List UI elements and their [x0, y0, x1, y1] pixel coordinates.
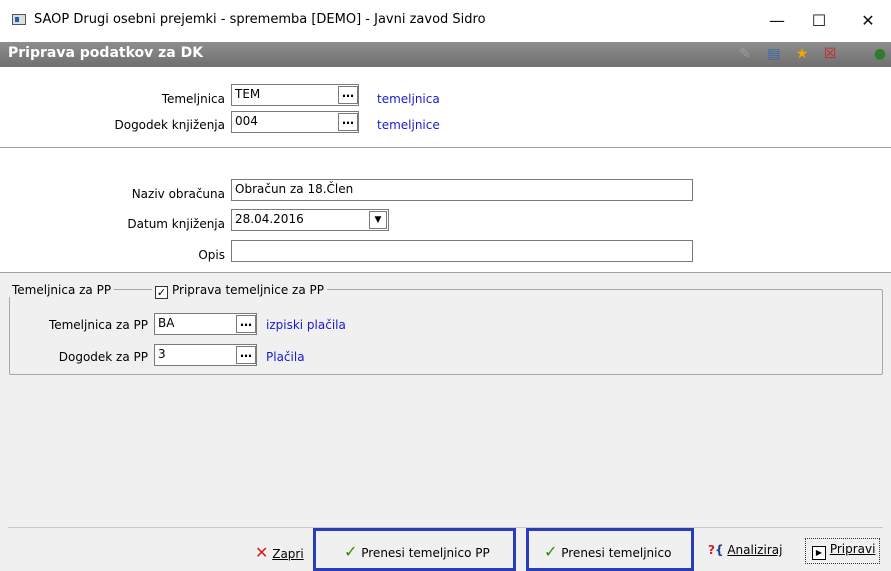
edit-icon[interactable]: ✎ — [737, 46, 753, 62]
zapri-label: Zapri — [272, 547, 304, 561]
close-x-icon: ✕ — [255, 543, 269, 562]
temeljnica-label: Temeljnica — [161, 92, 225, 106]
star-icon[interactable]: ★ — [794, 46, 810, 62]
close-button[interactable]: ✕ — [848, 8, 888, 34]
dogodek-label: Dogodek knjiženja — [114, 118, 225, 132]
window-title: SAOP Drugi osebni prejemki - sprememba [… — [34, 12, 486, 27]
minimize-button[interactable]: — — [757, 8, 797, 34]
form-header: Priprava podatkov za DK — [0, 42, 891, 67]
prenesi-pp-label: Prenesi temeljnico PP — [361, 546, 490, 560]
pripravi-button[interactable]: ▶ Pripravi — [805, 538, 881, 564]
datum-input[interactable]: 28.04.2016 — [231, 209, 389, 231]
pp-dogodek-lookup-button[interactable]: … — [236, 346, 256, 364]
divider — [0, 272, 891, 273]
app-icon — [12, 14, 26, 25]
dogodek-lookup-button[interactable]: … — [338, 113, 358, 131]
datum-label: Datum knjiženja — [127, 217, 225, 231]
empty-area — [8, 380, 883, 528]
check-icon: ✓ — [544, 542, 558, 561]
dogodek-description: temeljnice — [377, 118, 440, 132]
delete-icon[interactable]: ☒ — [822, 46, 838, 62]
pp-temeljnica-label: Temeljnica za PP — [48, 318, 148, 332]
pp-checkbox[interactable]: ✓ — [155, 286, 168, 299]
pp-temeljnica-description: izpiski plačila — [266, 318, 346, 332]
globe-icon[interactable]: ● — [872, 46, 888, 62]
temeljnica-lookup-button[interactable]: … — [338, 86, 358, 104]
pp-dogodek-description: Plačila — [266, 350, 305, 364]
maximize-button[interactable]: ☐ — [799, 8, 839, 34]
opis-label: Opis — [198, 248, 225, 262]
form-title: Priprava podatkov za DK — [8, 45, 204, 61]
pp-group-legend: Temeljnica za PP — [9, 283, 115, 297]
analiziraj-label: Analiziraj — [727, 543, 783, 557]
prenesi-label: Prenesi temeljnico — [561, 546, 672, 560]
pp-checkbox-label: Priprava temeljnice za PP — [172, 283, 324, 297]
pp-dogodek-label: Dogodek za PP — [58, 350, 148, 364]
naziv-label: Naziv obračuna — [131, 187, 225, 201]
temeljnica-description: temeljnica — [377, 92, 440, 106]
window-titlebar: SAOP Drugi osebni prejemki - sprememba [… — [0, 0, 891, 42]
naziv-input[interactable]: Obračun za 18.Člen — [231, 179, 693, 201]
play-icon: ▶ — [812, 546, 826, 560]
pripravi-label: Pripravi — [829, 542, 876, 556]
analiziraj-button[interactable]: ?{ Analiziraj — [708, 543, 782, 557]
pp-temeljnica-lookup-button[interactable]: … — [236, 315, 256, 333]
analyze-icon: ?{ — [708, 543, 724, 557]
opis-input[interactable] — [231, 240, 693, 262]
prenesi-pp-button[interactable]: ✓ Prenesi temeljnico PP — [344, 542, 490, 561]
prenesi-button[interactable]: ✓ Prenesi temeljnico — [544, 542, 671, 561]
columns-icon[interactable]: ▤ — [766, 46, 782, 62]
pp-checkbox-wrapper[interactable]: ✓ Priprava temeljnice za PP — [152, 283, 327, 299]
datum-dropdown-button[interactable]: ▼ — [369, 211, 387, 229]
zapri-button[interactable]: ✕ Zapri — [255, 543, 304, 562]
check-icon: ✓ — [344, 542, 358, 561]
booking-panel — [0, 67, 891, 147]
